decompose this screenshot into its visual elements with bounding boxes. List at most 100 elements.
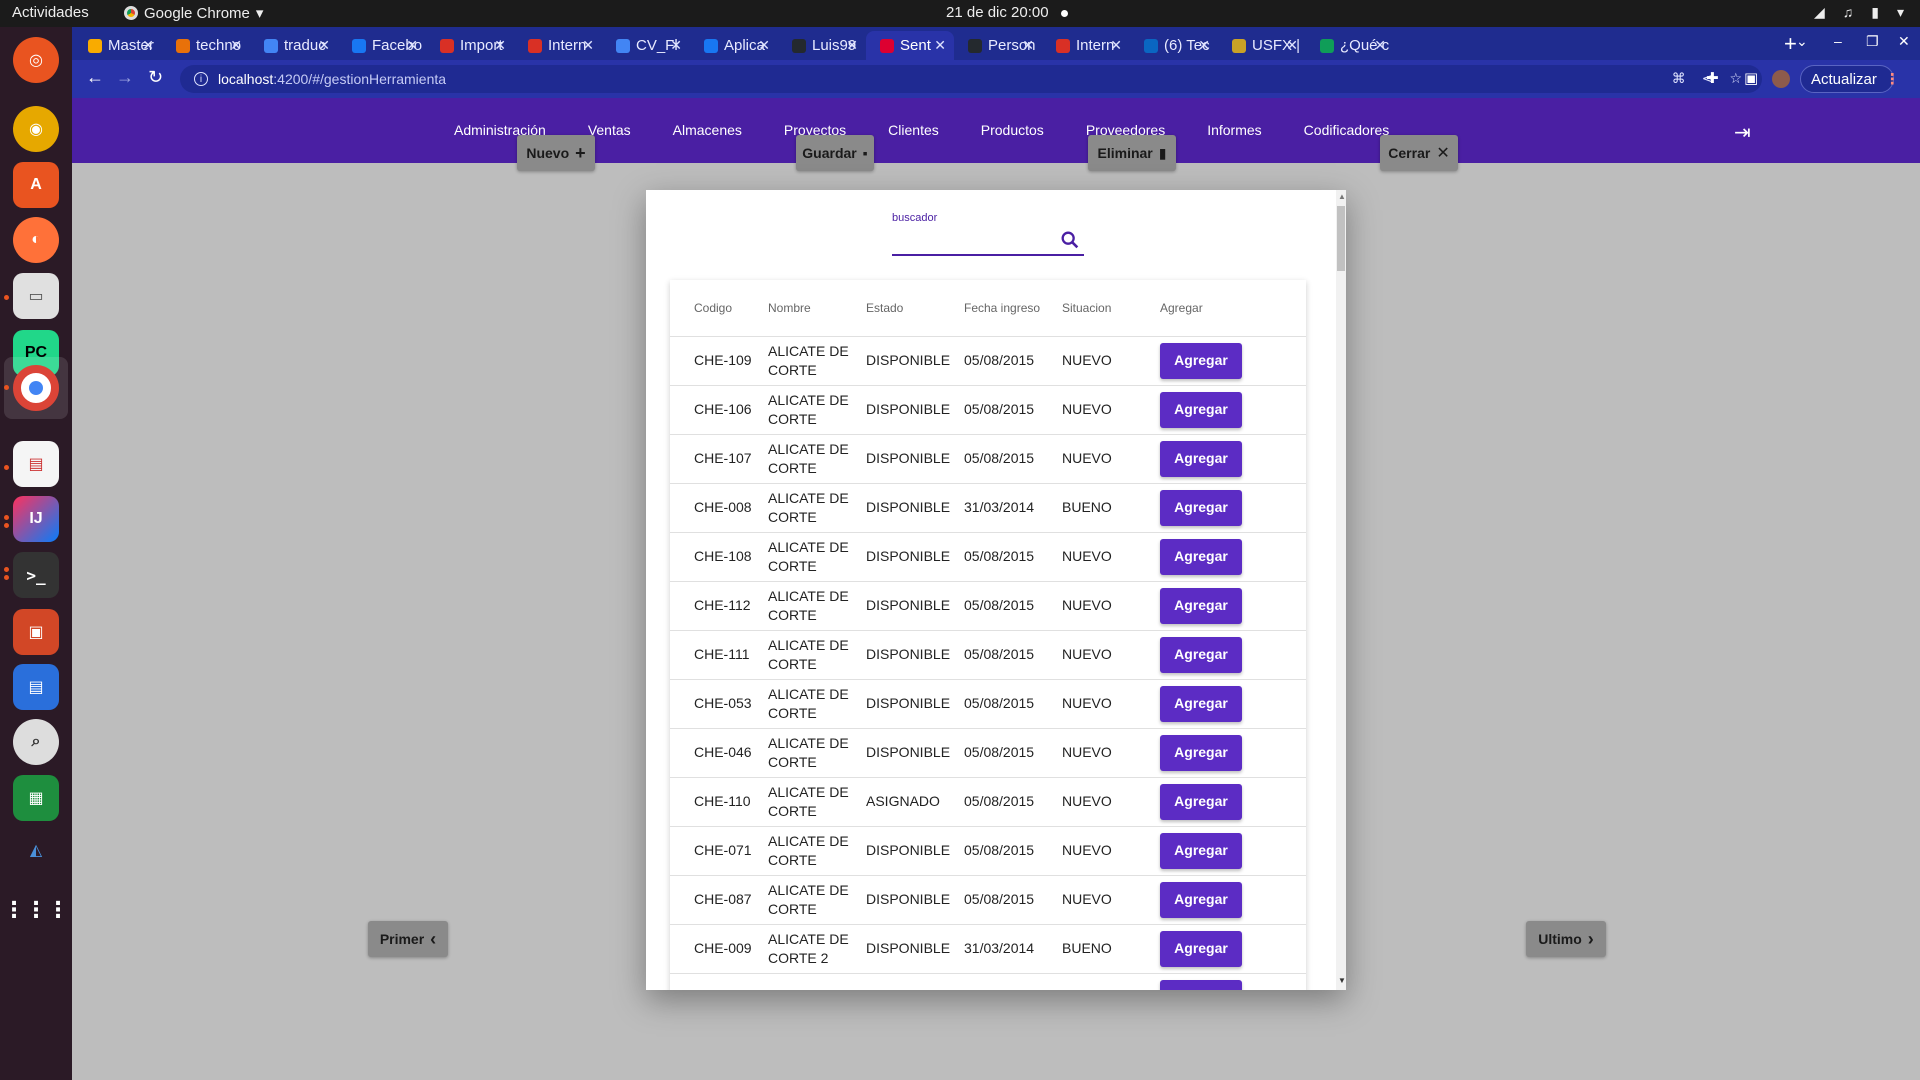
avatar[interactable] <box>1772 70 1790 88</box>
close-tab-icon[interactable]: ✕ <box>934 37 946 54</box>
browser-tab[interactable]: Aplica ✕ <box>690 31 778 60</box>
last-page-button[interactable]: Ultimo › <box>1526 921 1606 957</box>
browser-tab[interactable]: techno ✕ <box>162 31 250 60</box>
search-input[interactable] <box>892 230 1052 252</box>
ubuntu-icon[interactable]: ◎ <box>13 37 59 83</box>
magnifier-icon[interactable]: ⌕ <box>13 719 59 765</box>
close-tab-icon[interactable]: ✕ <box>1198 37 1210 54</box>
browser-tab[interactable]: Sent ✕ <box>866 31 954 60</box>
browser-tab[interactable]: Intern ✕ <box>514 31 602 60</box>
forward-icon[interactable]: → <box>116 67 134 88</box>
add-button[interactable]: Agregar <box>1160 783 1242 820</box>
add-button[interactable]: Agregar <box>1160 979 1242 990</box>
new-button[interactable]: Nuevo + <box>517 135 595 171</box>
dialog-scrollbar[interactable]: ▲ ▼ <box>1336 190 1346 990</box>
cell-situation: NUEVO <box>1062 679 1160 729</box>
browser-tab[interactable]: ¿Qué c ✕ <box>1306 31 1394 60</box>
intellij-icon[interactable]: IJ <box>13 496 59 542</box>
add-button[interactable]: Agregar <box>1160 930 1242 967</box>
add-button[interactable]: Agregar <box>1160 685 1242 722</box>
browser-tab[interactable]: Person ✕ <box>954 31 1042 60</box>
scroll-thumb[interactable] <box>1337 206 1345 271</box>
browser-tab[interactable]: (6) Tec ✕ <box>1130 31 1218 60</box>
logout-icon[interactable]: ⇥ <box>1734 120 1751 145</box>
browser-tab[interactable]: Facebo ✕ <box>338 31 426 60</box>
app-icon[interactable]: ◭ <box>13 827 59 873</box>
browser-tab[interactable]: Luis99 ✕ <box>778 31 866 60</box>
side-panel-icon[interactable]: ▣ <box>1744 69 1758 87</box>
system-tray[interactable]: ◢ ♫ ▮ ▾ <box>1814 4 1904 21</box>
tab-search-icon[interactable]: ⌄ <box>1796 33 1808 50</box>
close-tab-icon[interactable]: ✕ <box>758 37 770 54</box>
save-button[interactable]: Guardar ▪ <box>796 135 874 171</box>
first-page-button[interactable]: Primer ‹ <box>368 921 448 957</box>
add-button[interactable]: Agregar <box>1160 489 1242 526</box>
add-button[interactable]: Agregar <box>1160 587 1242 624</box>
cell-code <box>670 973 768 990</box>
new-tab-button[interactable]: + <box>1784 31 1797 57</box>
add-button[interactable]: Agregar <box>1160 391 1242 428</box>
nav-menu-item[interactable]: Informes <box>1186 98 1282 163</box>
calc-icon[interactable]: ▦ <box>13 775 59 821</box>
search-field[interactable]: buscador <box>892 212 1084 256</box>
scroll-up-icon[interactable]: ▲ <box>1338 192 1346 201</box>
address-bar[interactable]: i localhost:4200/#/gestionHerramienta ⌘ … <box>180 65 1762 93</box>
bookmark-star-icon[interactable]: ☆ <box>1729 70 1742 87</box>
firefox-icon[interactable]: ◐ <box>13 217 59 263</box>
browser-tab[interactable]: Intern ✕ <box>1042 31 1130 60</box>
close-tab-icon[interactable]: ✕ <box>406 37 418 54</box>
close-tab-icon[interactable]: ✕ <box>142 37 154 54</box>
browser-tab[interactable]: Import ✕ <box>426 31 514 60</box>
close-tab-icon[interactable]: ✕ <box>1110 37 1122 54</box>
browser-tab[interactable]: CV_Fl ✕ <box>602 31 690 60</box>
files-icon[interactable]: ▭ <box>13 273 59 319</box>
close-tab-icon[interactable]: ✕ <box>1374 37 1386 54</box>
app-menu[interactable]: Google Chrome ▾ <box>124 4 263 22</box>
close-tab-icon[interactable]: ✕ <box>494 37 506 54</box>
nav-menu-item[interactable]: Almacenes <box>652 98 763 163</box>
browser-tab[interactable]: USFX | ✕ <box>1218 31 1306 60</box>
close-button[interactable]: Cerrar ✕ <box>1380 135 1458 171</box>
browser-tab[interactable]: traduc ✕ <box>250 31 338 60</box>
close-tab-icon[interactable]: ✕ <box>1022 37 1034 54</box>
close-tab-icon[interactable]: ✕ <box>1286 37 1298 54</box>
writer-icon[interactable]: ▤ <box>13 664 59 710</box>
software-center-icon[interactable]: A <box>13 162 59 208</box>
maximize-icon[interactable]: ❐ <box>1866 33 1879 50</box>
close-tab-icon[interactable]: ✕ <box>670 37 682 54</box>
clock[interactable]: 21 de dic 20:00 <box>946 4 1049 21</box>
add-button[interactable]: Agregar <box>1160 440 1242 477</box>
add-button[interactable]: Agregar <box>1160 538 1242 575</box>
delete-button[interactable]: Eliminar ▮ <box>1088 135 1176 171</box>
cell-name: ALICATE DE CORTE <box>768 777 866 827</box>
add-button[interactable]: Agregar <box>1160 832 1242 869</box>
terminal-icon[interactable]: >_ <box>13 552 59 598</box>
add-button[interactable]: Agregar <box>1160 734 1242 771</box>
add-button[interactable]: Agregar <box>1160 342 1242 379</box>
close-tab-icon[interactable]: ✕ <box>230 37 242 54</box>
search-icon[interactable] <box>1059 229 1081 251</box>
minimize-icon[interactable]: – <box>1834 33 1842 49</box>
impress-icon[interactable]: ▣ <box>13 609 59 655</box>
back-icon[interactable]: ← <box>86 67 104 88</box>
update-button[interactable]: Actualizar ⋮ <box>1800 65 1900 93</box>
translate-icon[interactable]: ⌘ <box>1672 70 1686 87</box>
close-tab-icon[interactable]: ✕ <box>318 37 330 54</box>
document-viewer-icon[interactable]: ▤ <box>13 441 59 487</box>
show-apps-icon[interactable]: ⋮⋮⋮ <box>3 887 69 933</box>
close-tab-icon[interactable]: ✕ <box>582 37 594 54</box>
add-button[interactable]: Agregar <box>1160 881 1242 918</box>
scroll-down-icon[interactable]: ▼ <box>1338 976 1346 985</box>
close-tab-icon[interactable]: ✕ <box>846 37 858 54</box>
reload-icon[interactable]: ↻ <box>148 67 163 88</box>
activities-button[interactable]: Actividades <box>12 4 89 21</box>
chrome-dock-icon[interactable] <box>13 365 59 411</box>
nav-menu-item[interactable]: Productos <box>960 98 1065 163</box>
rhythmbox-icon[interactable]: ◉ <box>13 106 59 152</box>
nav-menu-item[interactable]: Clientes <box>867 98 960 163</box>
close-window-icon[interactable]: ✕ <box>1898 33 1910 50</box>
add-button[interactable]: Agregar <box>1160 636 1242 673</box>
info-icon[interactable]: i <box>194 72 208 86</box>
browser-tab[interactable]: Master ✕ <box>74 31 162 60</box>
extensions-icon[interactable]: ✚ <box>1706 69 1719 87</box>
